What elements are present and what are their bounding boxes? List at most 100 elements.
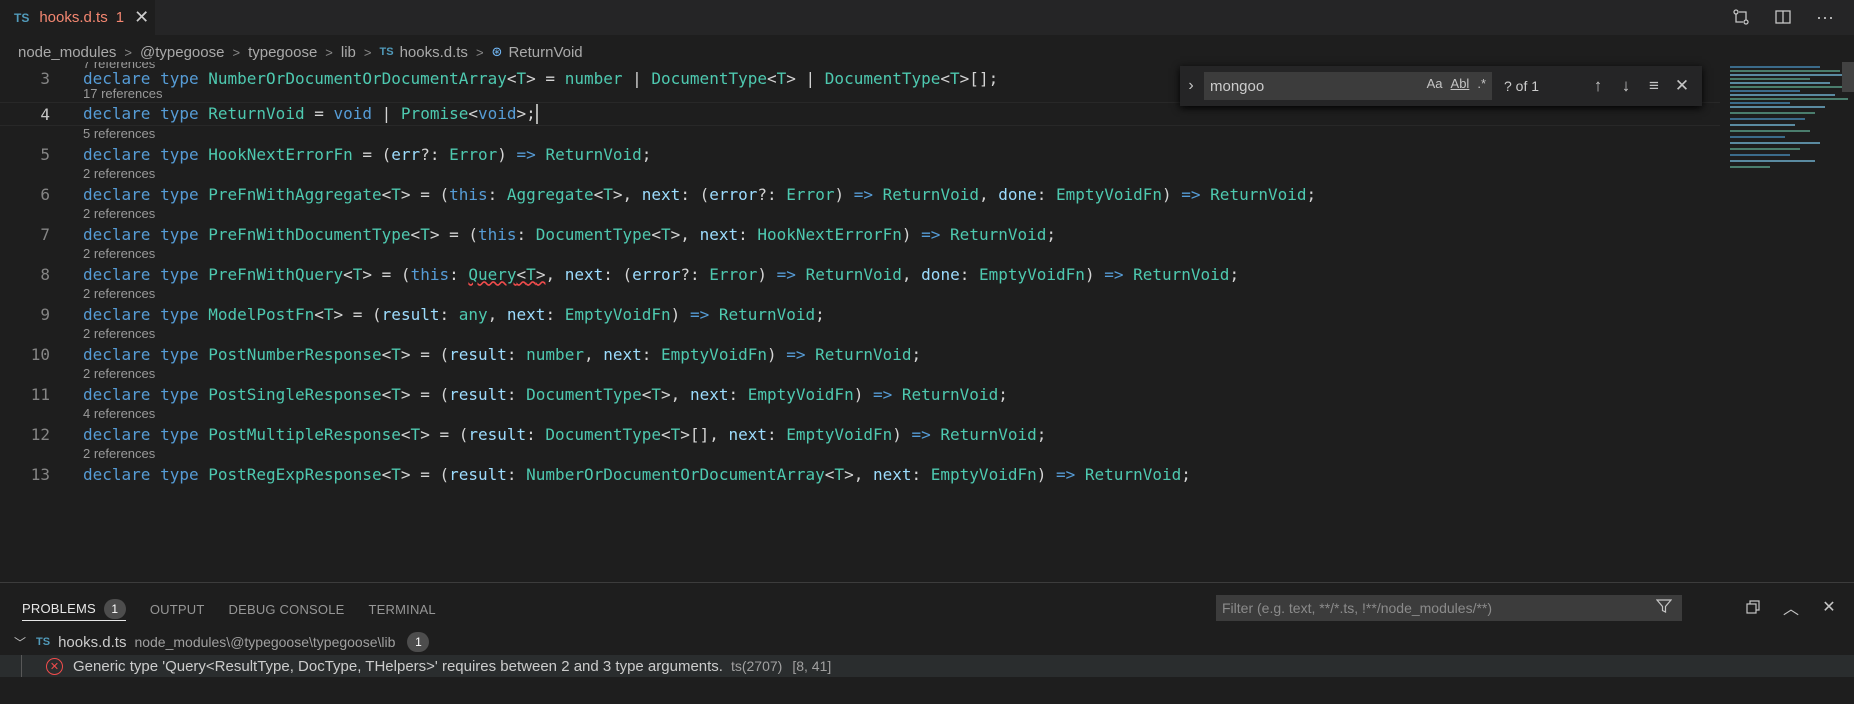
line-number: 10 [30,344,50,364]
code-line: 7 declare type PreFnWithDocumentType<T> … [0,223,1720,245]
line-number: 9 [40,304,50,324]
match-count: ? of 1 [1504,78,1540,94]
code-line: 13 declare type PostRegExpResponse<T> = … [0,463,1720,485]
tab-filename: hooks.d.ts [39,9,108,26]
codelens-references[interactable]: 2 references [83,446,155,464]
codelens-references[interactable]: 2 references [83,246,155,264]
error-squiggle[interactable]: Query<T> [468,265,545,284]
chevron-right-icon: > [124,44,133,60]
chevron-right-icon: > [363,44,372,60]
code-text: declare type PostMultipleResponse<T> = (… [83,424,1047,444]
maximize-panel-icon[interactable]: ︿ [1780,595,1802,619]
scrollbar-slider[interactable] [1842,62,1854,92]
line-number: 7 [40,224,50,244]
regex-icon[interactable]: .* [1477,76,1486,91]
code-text: declare type PostSingleResponse<T> = (re… [83,384,1008,404]
split-editor-icon[interactable] [1772,6,1794,28]
breadcrumb-item-symbol[interactable]: ReturnVoid [508,44,582,61]
problem-message: Generic type 'Query<ResultType, DocType,… [73,657,723,675]
line-number: 11 [30,384,50,404]
codelens-references[interactable]: 2 references [83,326,155,344]
problem-item[interactable]: ✕ Generic type 'Query<ResultType, DocTyp… [0,655,1854,677]
code-line: 10 declare type PostNumberResponse<T> = … [0,343,1720,365]
tab-output[interactable]: OUTPUT [150,597,205,621]
arrow-down-icon[interactable]: ↓ [1612,76,1640,96]
chevron-right-icon: > [232,44,241,60]
tab-problems[interactable]: PROBLEMS 1 [22,597,126,621]
tab-bar: TS hooks.d.ts 1 ✕ ··· [0,0,1854,35]
code-line: 9 declare type ModelPostFn<T> = (result:… [0,303,1720,325]
error-icon: ✕ [46,657,63,675]
find-input[interactable]: mongoo Aa Abl .* [1204,72,1492,100]
codelens-references[interactable]: 2 references [83,206,155,224]
minimap[interactable] [1728,62,1854,202]
code-text: declare type ModelPostFn<T> = (result: a… [83,304,825,324]
breadcrumb-item-file[interactable]: hooks.d.ts [400,44,468,61]
code-line: 11 declare type PostSingleResponse<T> = … [0,383,1720,405]
tab-problem-count: 1 [115,9,125,26]
code-line: 6 declare type PreFnWithAggregate<T> = (… [0,183,1720,205]
code-text: declare type PreFnWithQuery<T> = (this: … [83,264,1240,284]
find-options: Aa Abl .* [1427,76,1486,91]
close-icon[interactable]: ✕ [1668,76,1696,96]
line-number: 4 [40,104,50,124]
code-line: 5 declare type HookNextErrorFn = (err?: … [0,143,1720,165]
breadcrumb-item-typegoose[interactable]: typegoose [248,44,317,61]
close-icon[interactable]: ✕ [134,7,149,28]
more-actions-icon[interactable]: ··· [1814,6,1836,28]
tab-debug-console[interactable]: DEBUG CONSOLE [229,597,345,621]
toggle-replace-icon[interactable]: › [1180,77,1202,95]
problem-position: [8, 41] [792,658,832,674]
breadcrumb-item-lib[interactable]: lib [341,44,356,61]
whole-word-icon[interactable]: Abl [1451,76,1470,91]
line-number: 13 [30,464,50,484]
close-icon[interactable]: ✕ [1818,595,1840,619]
codelens-references[interactable]: 2 references [83,286,155,304]
arrow-up-icon[interactable]: ↑ [1584,76,1612,96]
find-query: mongoo [1210,77,1265,95]
code-text: declare type NumberOrDocumentOrDocumentA… [83,68,999,88]
codelens-references[interactable]: 2 references [83,166,155,184]
line-number: 12 [30,424,50,444]
problem-file-group[interactable]: ﹀ TS hooks.d.ts node_modules\@typegoose\… [14,631,430,653]
code-text: declare type ReturnVoid = void | Promise… [83,103,538,125]
chevron-right-icon: > [475,44,484,60]
compare-changes-icon[interactable] [1730,6,1752,28]
filter-placeholder: Filter (e.g. text, **/*.ts, !**/node_mod… [1222,600,1493,616]
problems-count-badge: 1 [103,598,126,619]
breadcrumb-item-typegoose-scope[interactable]: @typegoose [140,44,224,61]
find-in-selection-icon[interactable]: ≡ [1640,76,1668,96]
collapse-all-icon[interactable] [1742,595,1764,619]
line-number: 5 [40,144,50,164]
codelens-references[interactable]: 2 references [83,366,155,384]
breadcrumb-item-node-modules[interactable]: node_modules [18,44,116,61]
editor-actions: ··· [1730,6,1836,28]
code-text: declare type PreFnWithDocumentType<T> = … [83,224,1057,244]
editor-tab-hooks[interactable]: TS hooks.d.ts 1 ✕ [0,0,155,35]
typescript-file-icon: TS [14,10,30,25]
symbol-type-icon: ⊛ [491,44,503,59]
breadcrumb: node_modules > @typegoose > typegoose > … [18,42,583,62]
panel-actions: ︿ ✕ [1742,595,1840,619]
code-text: declare type PostNumberResponse<T> = (re… [83,344,922,364]
codelens-references[interactable]: 5 references [83,126,155,144]
code-line: 12 declare type PostMultipleResponse<T> … [0,423,1720,445]
problem-file-name: hooks.d.ts [58,633,127,651]
problem-file-path: node_modules\@typegoose\typegoose\lib [134,634,396,650]
text-cursor [535,104,538,125]
typescript-file-icon: TS [379,46,394,58]
problems-filter-input[interactable]: Filter (e.g. text, **/*.ts, !**/node_mod… [1216,595,1682,621]
line-number: 6 [40,184,50,204]
filter-icon[interactable] [1655,598,1673,619]
code-text: declare type PreFnWithAggregate<T> = (th… [83,184,1317,204]
panel-tabs: PROBLEMS 1 OUTPUT DEBUG CONSOLE TERMINAL [22,597,460,621]
match-case-icon[interactable]: Aa [1427,76,1443,91]
codelens-references[interactable]: 4 references [83,406,155,424]
typescript-file-icon: TS [36,636,51,648]
line-number: 8 [40,264,50,284]
tree-indent-guide [21,655,22,677]
tab-terminal[interactable]: TERMINAL [369,597,436,621]
code-editor[interactable]: 7 references 3 declare type NumberOrDocu… [0,62,1854,582]
find-widget: › mongoo Aa Abl .* ? of 1 ↑ ↓ ≡ ✕ [1180,66,1702,106]
chevron-down-icon[interactable]: ﹀ [14,634,26,651]
